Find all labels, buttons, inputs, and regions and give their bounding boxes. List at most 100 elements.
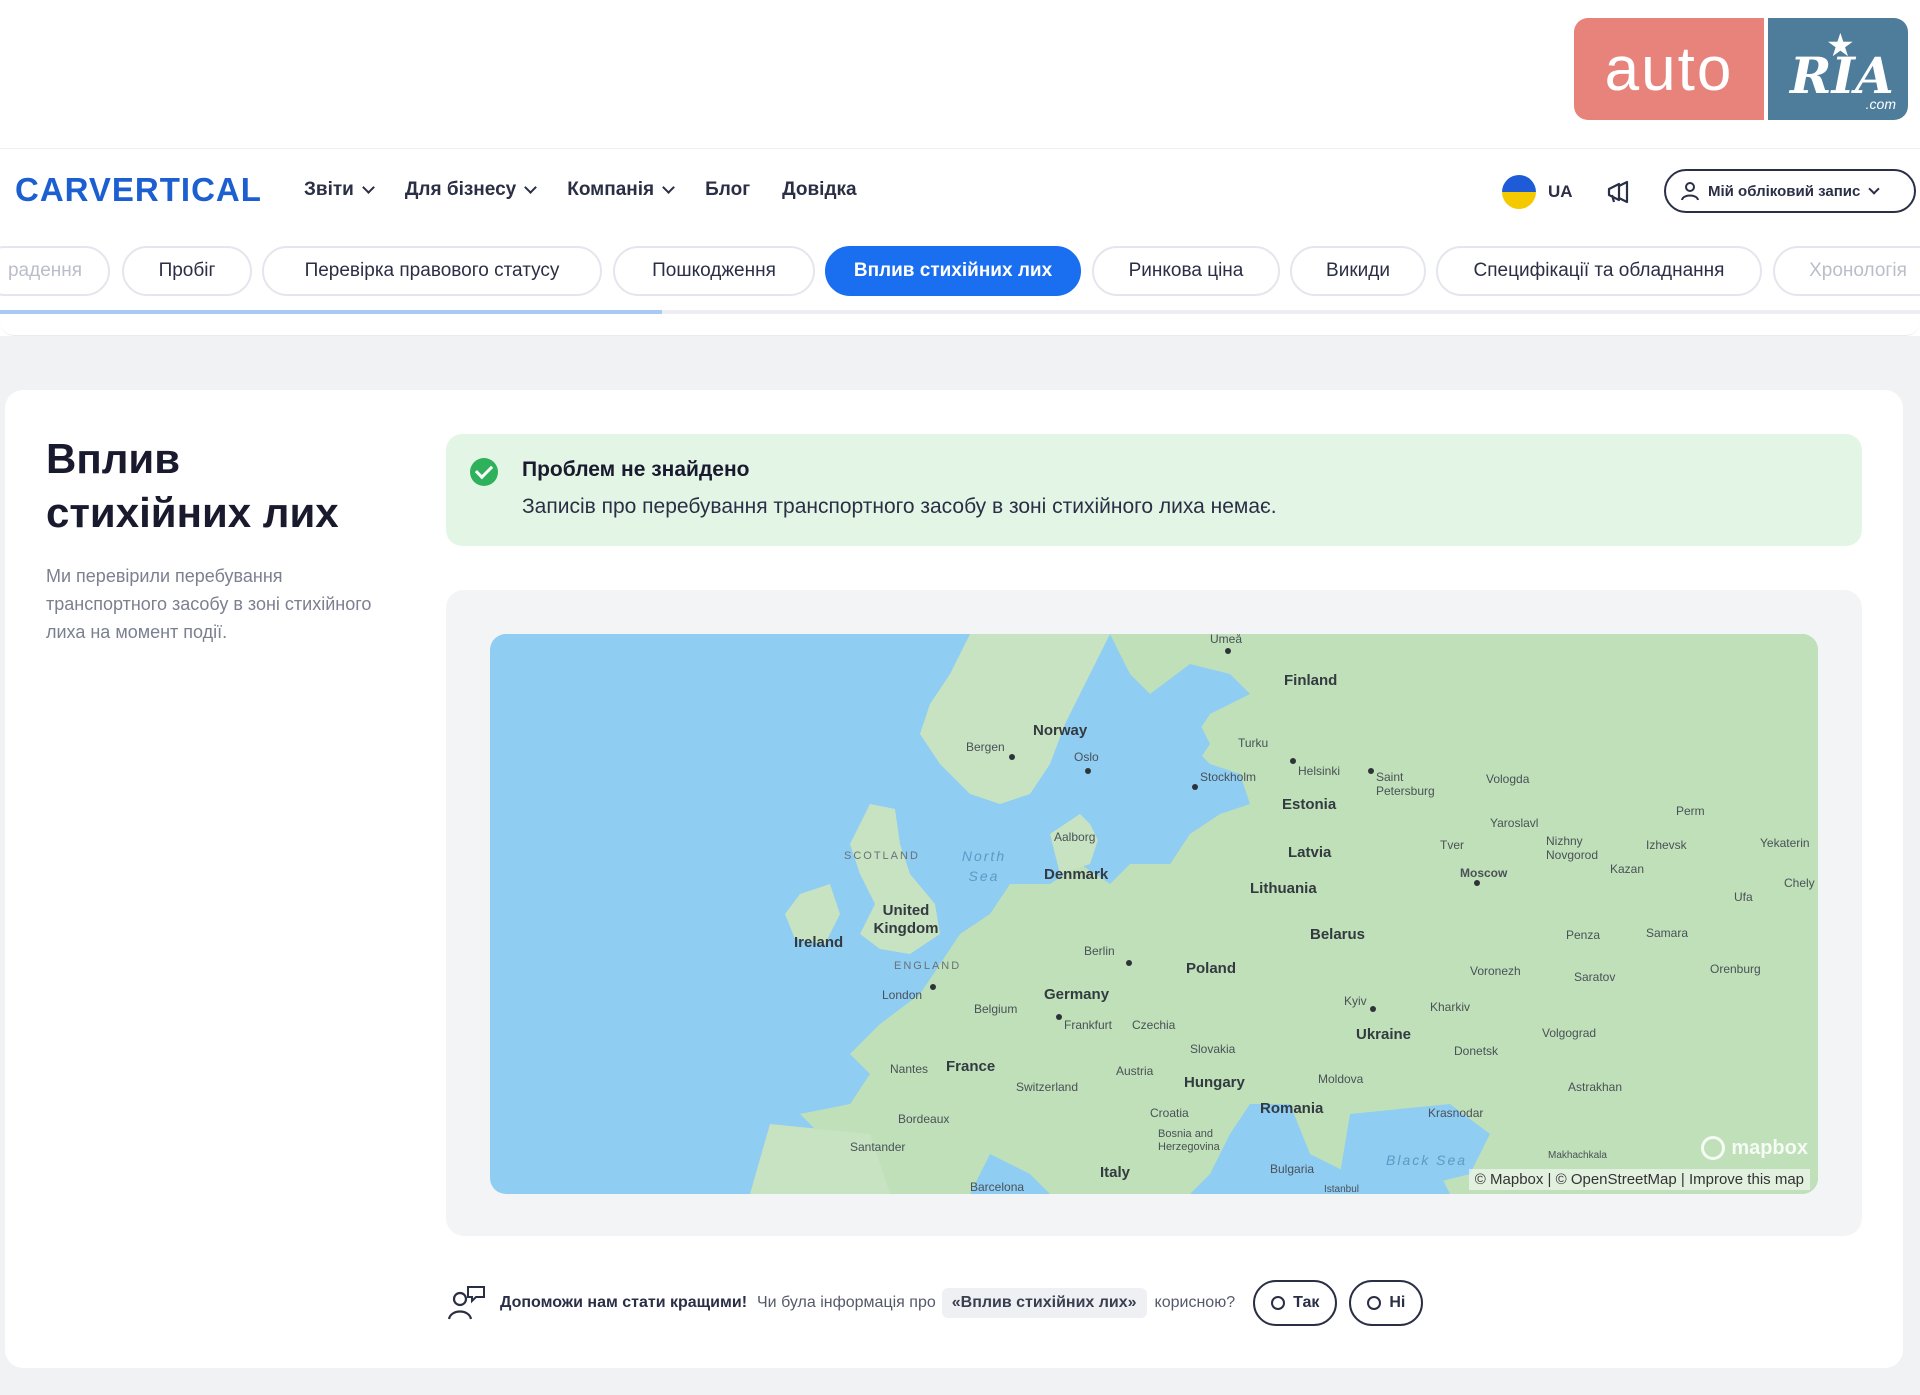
feedback-yes-label: Так: [1293, 1294, 1320, 1311]
tab-timeline[interactable]: Хронологія: [1773, 246, 1920, 296]
nav-business[interactable]: Для бізнесу: [405, 179, 538, 201]
map-label-germany: Germany: [1044, 986, 1110, 1003]
map-label-france: France: [946, 1058, 996, 1075]
map-city-orenburg: Orenburg: [1710, 962, 1761, 976]
map-city-penza: Penza: [1566, 928, 1601, 942]
map-city-yaroslavl: Yaroslavl: [1490, 816, 1539, 830]
section-title: Вплив стихійних лих: [46, 435, 339, 536]
tab-specifications[interactable]: Специфікації та обладнання: [1436, 246, 1762, 296]
language-selector[interactable]: UA: [1502, 175, 1573, 209]
map-city-nantes: Nantes: [890, 1062, 929, 1076]
top-navbar: CARVERTICAL Звіти Для бізнесу Компанія Б…: [0, 148, 1920, 234]
map-label-estonia: Estonia: [1282, 796, 1337, 813]
tab-legal-status[interactable]: Перевірка правового статусу: [262, 246, 602, 296]
nav-help[interactable]: Довідка: [782, 179, 856, 201]
map-city-moscow: Moscow: [1460, 866, 1508, 880]
nav-blog[interactable]: Блог: [705, 179, 750, 201]
map-label-slovakia: Slovakia: [1190, 1042, 1236, 1056]
map-label-romania: Romania: [1260, 1100, 1324, 1117]
map-sea-black: Black Sea: [1386, 1152, 1468, 1168]
map-city-barcelona: Barcelona: [970, 1180, 1025, 1194]
map-city-santander: Santander: [850, 1140, 906, 1154]
frown-icon: [1367, 1296, 1382, 1310]
map-city-frankfurt: Frankfurt: [1064, 1018, 1113, 1032]
map-city-makhachkala: Makhachkala: [1548, 1150, 1607, 1161]
map-label-moldova: Moldova: [1318, 1072, 1364, 1086]
mapbox-logo[interactable]: mapbox: [1701, 1136, 1808, 1160]
map-region-scotland: SCOTLAND: [844, 850, 920, 862]
map-label-czechia: Czechia: [1132, 1018, 1176, 1032]
chevron-down-icon: [361, 181, 375, 194]
map-label-united-kingdom: United Kingdom: [873, 902, 939, 937]
account-label: Мій обліковий запис: [1708, 182, 1861, 200]
map-label-switzerland: Switzerland: [1016, 1080, 1079, 1094]
map-label-hungary: Hungary: [1184, 1074, 1245, 1091]
alert-text: Записів про перебування транспортного за…: [522, 495, 1277, 518]
map-city-kyiv: Kyiv: [1344, 994, 1367, 1008]
map-city-helsinki: Helsinki: [1298, 764, 1341, 778]
map-city-chelyabinsk: Chely: [1784, 876, 1815, 890]
success-alert: Проблем не знайдено Записів про перебува…: [446, 434, 1862, 546]
map-city-kharkiv: Kharkiv: [1430, 1000, 1471, 1014]
section-description: Ми перевірили перебування транспортного …: [46, 566, 372, 642]
feedback-title: Допоможи нам стати кращими!: [500, 1294, 748, 1311]
tab-mileage[interactable]: Пробіг: [122, 246, 252, 296]
map-city-samara: Samara: [1646, 926, 1689, 940]
autoria-watermark: auto ★ RIA .com: [1574, 18, 1910, 120]
nav-reports[interactable]: Звіти: [304, 179, 375, 201]
tab-natural-disasters[interactable]: Вплив стихійних лих: [825, 246, 1081, 296]
map-label-belarus: Belarus: [1310, 926, 1366, 943]
feedback-no-button[interactable]: Ні: [1349, 1280, 1424, 1326]
nav-blog-label: Блог: [705, 179, 751, 200]
ukraine-flag-icon: [1502, 175, 1536, 209]
map-label-ukraine: Ukraine: [1356, 1026, 1412, 1043]
feedback-yes-button[interactable]: Так: [1253, 1280, 1338, 1326]
main-nav: Звіти Для бізнесу Компанія Блог Довідка: [304, 179, 889, 201]
europe-map[interactable]: Finland Norway Estonia Latvia Lithuania …: [490, 634, 1818, 1194]
map-city-tver: Tver: [1440, 838, 1464, 852]
nav-help-label: Довідка: [782, 179, 857, 200]
map-city-voronezh: Voronezh: [1470, 964, 1521, 978]
map-city-stockholm: Stockholm: [1200, 770, 1257, 784]
nav-company[interactable]: Компанія: [567, 179, 675, 201]
map-city-saratov: Saratov: [1574, 970, 1616, 984]
map-label-poland: Poland: [1186, 960, 1237, 977]
tab-market-price[interactable]: Ринкова ціна: [1092, 246, 1280, 296]
nav-company-label: Компанія: [567, 179, 655, 200]
megaphone-icon[interactable]: [1602, 175, 1636, 209]
map-label-ireland: Ireland: [794, 934, 844, 951]
map-city-saint-petersburg: Saint Petersburg: [1376, 770, 1435, 798]
user-icon: [1681, 182, 1699, 201]
map-attribution[interactable]: © Mapbox | © OpenStreetMap | Improve thi…: [1468, 1169, 1810, 1190]
check-circle-icon: [470, 458, 498, 486]
map-city-nizhny-novgorod: Nizhny Novgorod: [1546, 834, 1599, 862]
map-city-bordeaux: Bordeaux: [898, 1112, 950, 1126]
feedback-question-end: корисною?: [1154, 1294, 1236, 1311]
map-city-izhevsk: Izhevsk: [1646, 838, 1687, 852]
carvertical-logo[interactable]: CARVERTICAL: [15, 171, 262, 209]
watermark-com-text: .com: [1865, 96, 1896, 112]
feedback-bar: Допоможи нам стати кращими! Чи була інфо…: [446, 1278, 1424, 1328]
map-label-bulgaria: Bulgaria: [1270, 1162, 1315, 1176]
feedback-person-icon: [447, 1286, 485, 1320]
chevron-down-icon: [662, 181, 675, 194]
map-label-belgium: Belgium: [974, 1002, 1018, 1016]
map-label-croatia: Croatia: [1150, 1106, 1189, 1120]
map-city-kazan: Kazan: [1610, 862, 1645, 876]
tab-damage[interactable]: Пошкодження: [613, 246, 815, 296]
map-city-yekaterinburg: Yekaterin: [1760, 836, 1810, 850]
map-label-latvia: Latvia: [1288, 844, 1332, 861]
map-city-oslo: Oslo: [1074, 750, 1099, 764]
nav-reports-label: Звіти: [304, 179, 354, 200]
tab-equipment[interactable]: радення: [0, 246, 110, 296]
chevron-down-icon: [1868, 182, 1881, 195]
account-button[interactable]: Мій обліковий запис: [1664, 169, 1916, 213]
map-city-aalborg: Aalborg: [1054, 830, 1096, 844]
map-sea-north: North Sea: [961, 848, 1007, 884]
tab-emissions[interactable]: Викиди: [1290, 246, 1426, 296]
map-label-finland: Finland: [1284, 672, 1338, 689]
map-label-italy: Italy: [1100, 1164, 1131, 1181]
map-city-ufa: Ufa: [1734, 890, 1753, 904]
watermark-auto: auto: [1574, 18, 1764, 120]
smile-icon: [1271, 1296, 1286, 1310]
